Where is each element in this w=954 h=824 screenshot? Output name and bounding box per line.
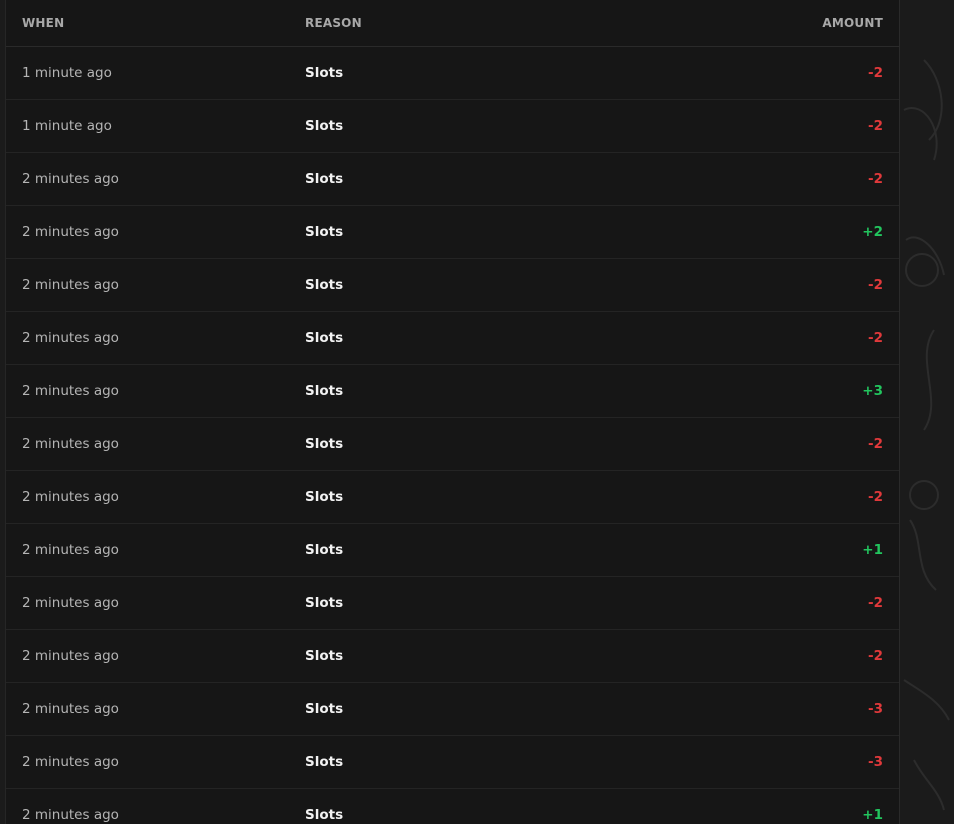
cell-when: 2 minutes ago: [22, 648, 119, 664]
table-row: 2 minutes ago Slots -2: [6, 312, 899, 365]
cell-reason: Slots: [305, 701, 344, 717]
transactions-table: WHEN REASON AMOUNT 1 minute ago Slots -2 1 …: [5, 0, 900, 824]
cell-amount: -2: [868, 489, 883, 505]
cell-amount: -3: [868, 754, 883, 770]
cell-when: 2 minutes ago: [22, 489, 119, 505]
cell-reason: Slots: [305, 489, 344, 505]
column-header-reason: REASON: [305, 16, 362, 30]
cell-reason: Slots: [305, 807, 344, 823]
cell-reason: Slots: [305, 436, 344, 452]
cell-reason: Slots: [305, 277, 344, 293]
background-doodle-pattern: [903, 59, 950, 811]
table-row: 2 minutes ago Slots +2: [6, 206, 899, 259]
cell-when: 2 minutes ago: [22, 595, 119, 611]
cell-reason: Slots: [305, 171, 344, 187]
cell-amount: -2: [868, 277, 883, 293]
cell-reason: Slots: [305, 65, 344, 81]
table-row: 2 minutes ago Slots -2: [6, 471, 899, 524]
cell-amount: -2: [868, 65, 883, 81]
cell-amount: -2: [868, 595, 883, 611]
cell-amount: -2: [868, 648, 883, 664]
cell-when: 1 minute ago: [22, 118, 112, 134]
cell-reason: Slots: [305, 224, 344, 240]
table-row: 2 minutes ago Slots -3: [6, 736, 899, 789]
cell-amount: -3: [868, 701, 883, 717]
table-row: 2 minutes ago Slots +1: [6, 524, 899, 577]
table-row: 1 minute ago Slots -2: [6, 100, 899, 153]
table-row: 2 minutes ago Slots -3: [6, 683, 899, 736]
table-row: 1 minute ago Slots -2: [6, 47, 899, 100]
cell-reason: Slots: [305, 754, 344, 770]
cell-reason: Slots: [305, 383, 344, 399]
cell-reason: Slots: [305, 542, 344, 558]
table-row: 2 minutes ago Slots +1: [6, 789, 899, 824]
cell-when: 2 minutes ago: [22, 171, 119, 187]
table-body: 1 minute ago Slots -2 1 minute ago Slots -2 2 …: [6, 47, 899, 824]
cell-when: 2 minutes ago: [22, 436, 119, 452]
cell-amount: +1: [862, 807, 883, 823]
table-row: 2 minutes ago Slots -2: [6, 630, 899, 683]
cell-amount: +2: [862, 224, 883, 240]
table-row: 2 minutes ago Slots -2: [6, 577, 899, 630]
cell-reason: Slots: [305, 118, 344, 134]
cell-when: 2 minutes ago: [22, 330, 119, 346]
cell-amount: +1: [862, 542, 883, 558]
cell-amount: -2: [868, 171, 883, 187]
cell-amount: -2: [868, 118, 883, 134]
cell-amount: +3: [862, 383, 883, 399]
table-row: 2 minutes ago Slots -2: [6, 259, 899, 312]
cell-amount: -2: [868, 436, 883, 452]
cell-when: 2 minutes ago: [22, 383, 119, 399]
table-header: WHEN REASON AMOUNT: [6, 0, 899, 47]
column-header-when: WHEN: [22, 16, 65, 30]
table-row: 2 minutes ago Slots -2: [6, 418, 899, 471]
cell-when: 2 minutes ago: [22, 542, 119, 558]
cell-when: 2 minutes ago: [22, 277, 119, 293]
cell-reason: Slots: [305, 648, 344, 664]
cell-when: 2 minutes ago: [22, 701, 119, 717]
cell-reason: Slots: [305, 595, 344, 611]
cell-when: 2 minutes ago: [22, 224, 119, 240]
table-row: 2 minutes ago Slots -2: [6, 153, 899, 206]
cell-when: 1 minute ago: [22, 65, 112, 81]
cell-when: 2 minutes ago: [22, 807, 119, 823]
cell-when: 2 minutes ago: [22, 754, 119, 770]
column-header-amount: AMOUNT: [822, 16, 883, 30]
table-row: 2 minutes ago Slots +3: [6, 365, 899, 418]
cell-reason: Slots: [305, 330, 344, 346]
cell-amount: -2: [868, 330, 883, 346]
